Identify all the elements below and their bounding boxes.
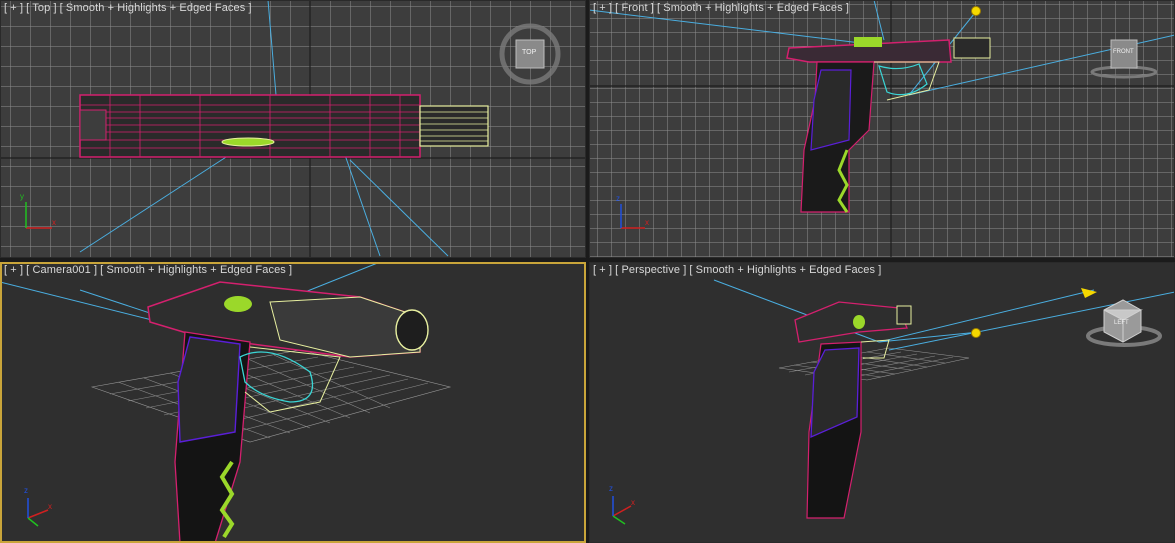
viewport-perspective[interactable]: z x LEFT [ + ][ Perspective ][ Smooth + … — [589, 262, 1175, 543]
axis-z-label: z — [609, 484, 613, 493]
pistol-perspective-view[interactable] — [794, 301, 912, 519]
ground-grid — [90, 349, 452, 443]
light-target-icon[interactable] — [1081, 288, 1097, 298]
axis-x-label: x — [52, 218, 56, 227]
viewport-label-perspective[interactable]: [ + ][ Perspective ][ Smooth + Highlight… — [593, 264, 884, 276]
viewport-shading-mode[interactable]: [ Smooth + Highlights + Edged Faces ] — [60, 2, 252, 14]
viewport-shading-mode[interactable]: [ Smooth + Highlights + Edged Faces ] — [689, 264, 881, 276]
viewport-front[interactable]: z x FRONT [ + ][ Front ][ Smooth + Highl… — [589, 0, 1175, 258]
axis-y-label: y — [20, 192, 24, 201]
axis-tripod-perspective — [612, 496, 632, 525]
viewport-shading-mode[interactable]: [ Smooth + Highlights + Edged Faces ] — [100, 264, 292, 276]
ground-grid — [778, 347, 970, 381]
viewcube-face-label[interactable]: LEFT — [1114, 320, 1129, 326]
axis-x-label: x — [48, 502, 52, 511]
viewcube-face-label[interactable]: FRONT — [1113, 49, 1134, 55]
top-viewport-canvas[interactable] — [0, 0, 586, 258]
camera-viewport-canvas[interactable] — [0, 262, 586, 543]
viewport-camera[interactable]: z x [ + ][ Camera001 ][ Smooth + Highlig… — [0, 262, 586, 543]
viewport-menu-plus[interactable]: [ + ] — [4, 264, 23, 276]
perspective-viewport-canvas[interactable] — [589, 262, 1175, 543]
viewport-label-camera[interactable]: [ + ][ Camera001 ][ Smooth + Highlights … — [4, 264, 295, 276]
viewport-top[interactable]: y x TOP [ + ][ Top ] [ Smooth + Highlight… — [0, 0, 586, 258]
viewport-menu-plus[interactable]: [ + ] — [593, 2, 612, 14]
viewport-view-name[interactable]: [ Top ] — [26, 2, 56, 14]
viewport-view-name[interactable]: [ Front ] — [615, 2, 654, 14]
axis-x-label: x — [645, 218, 649, 227]
viewport-label-top[interactable]: [ + ][ Top ] [ Smooth + Highlights + Edge… — [4, 2, 255, 14]
axis-z-label: z — [24, 486, 28, 495]
viewport-view-name[interactable]: [ Camera001 ] — [26, 264, 97, 276]
axis-x-label: x — [631, 498, 635, 507]
pistol-camera-view[interactable] — [147, 281, 429, 543]
viewport-menu-plus[interactable]: [ + ] — [593, 264, 612, 276]
light-omni-icon[interactable] — [971, 328, 981, 338]
light-omni-icon[interactable] — [971, 6, 981, 16]
viewport-label-front[interactable]: [ + ][ Front ][ Smooth + Highlights + Ed… — [593, 2, 852, 14]
front-viewport-canvas[interactable] — [589, 0, 1175, 258]
viewcube-face-label[interactable]: TOP — [522, 49, 536, 56]
viewport-shading-mode[interactable]: [ Smooth + Highlights + Edged Faces ] — [657, 2, 849, 14]
axis-tripod-camera — [27, 498, 49, 527]
viewport-view-name[interactable]: [ Perspective ] — [615, 264, 686, 276]
viewport-menu-plus[interactable]: [ + ] — [4, 2, 23, 14]
axis-z-label: z — [616, 194, 620, 203]
